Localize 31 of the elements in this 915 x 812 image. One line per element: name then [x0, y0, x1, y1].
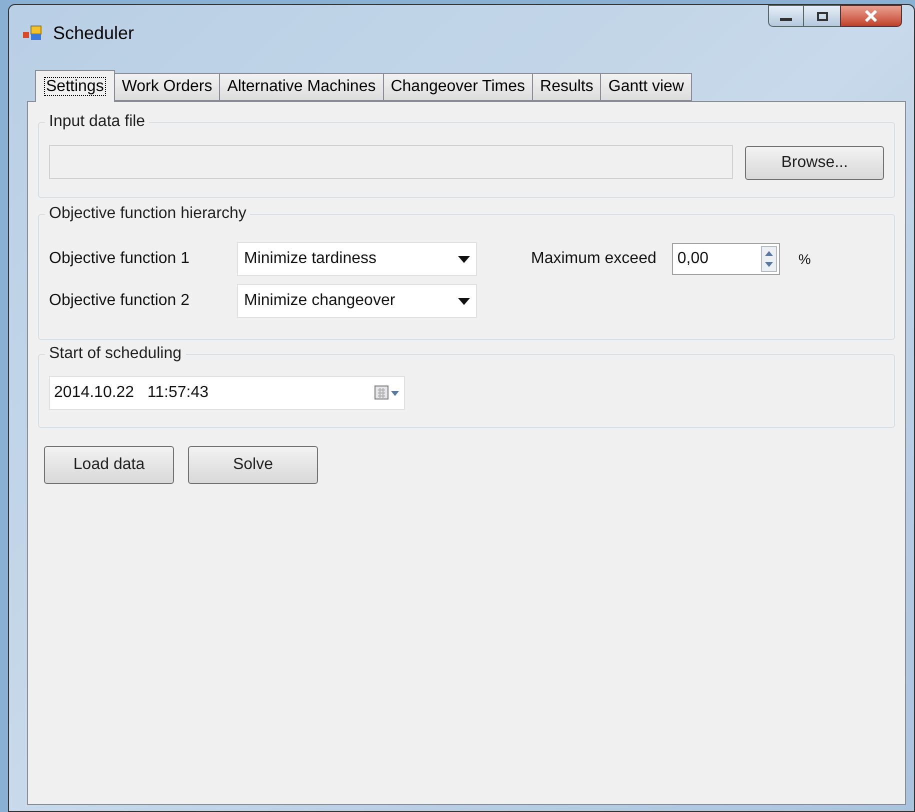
app-icon [23, 24, 43, 42]
calendar-icon [374, 385, 400, 401]
tab[interactable]: Results [532, 73, 602, 101]
push-button[interactable]: Load data [44, 446, 174, 484]
push-button[interactable]: Browse... [745, 146, 884, 180]
window-title: Scheduler [53, 22, 134, 44]
dropdown[interactable]: Minimize changeover [237, 284, 477, 318]
close-button[interactable] [840, 5, 902, 27]
dropdown-arrow-icon [458, 298, 470, 304]
minimize-button[interactable] [768, 5, 804, 27]
tab[interactable]: Alternative Machines [219, 73, 384, 101]
dropdown[interactable]: Minimize tardiness [237, 242, 477, 276]
tab[interactable]: Work Orders [114, 73, 220, 101]
date-time-picker[interactable]: 2014.10.22 11:57:43 [49, 376, 405, 410]
number-spinner[interactable]: 0,00 [672, 243, 780, 275]
group-title: Input data file [45, 112, 150, 132]
field-label: Objective function 2 [49, 291, 191, 311]
maximize-button[interactable] [804, 5, 840, 27]
group-title: Start of scheduling [45, 344, 186, 364]
tab[interactable]: Changeover Times [382, 73, 534, 101]
dropdown-arrow-icon [458, 256, 470, 262]
push-button[interactable]: Solve [188, 446, 318, 484]
close-icon [864, 10, 878, 22]
tab[interactable]: Settings [35, 70, 115, 102]
tab[interactable]: Gantt view [600, 73, 692, 101]
field-label: Objective function 1 [49, 249, 191, 269]
file-path-field[interactable] [49, 145, 734, 179]
unit-label: % [798, 250, 811, 268]
field-label: Maximum exceed [531, 249, 656, 269]
spin-arrows-icon [761, 246, 778, 272]
group-title: Objective function hierarchy [45, 204, 250, 224]
